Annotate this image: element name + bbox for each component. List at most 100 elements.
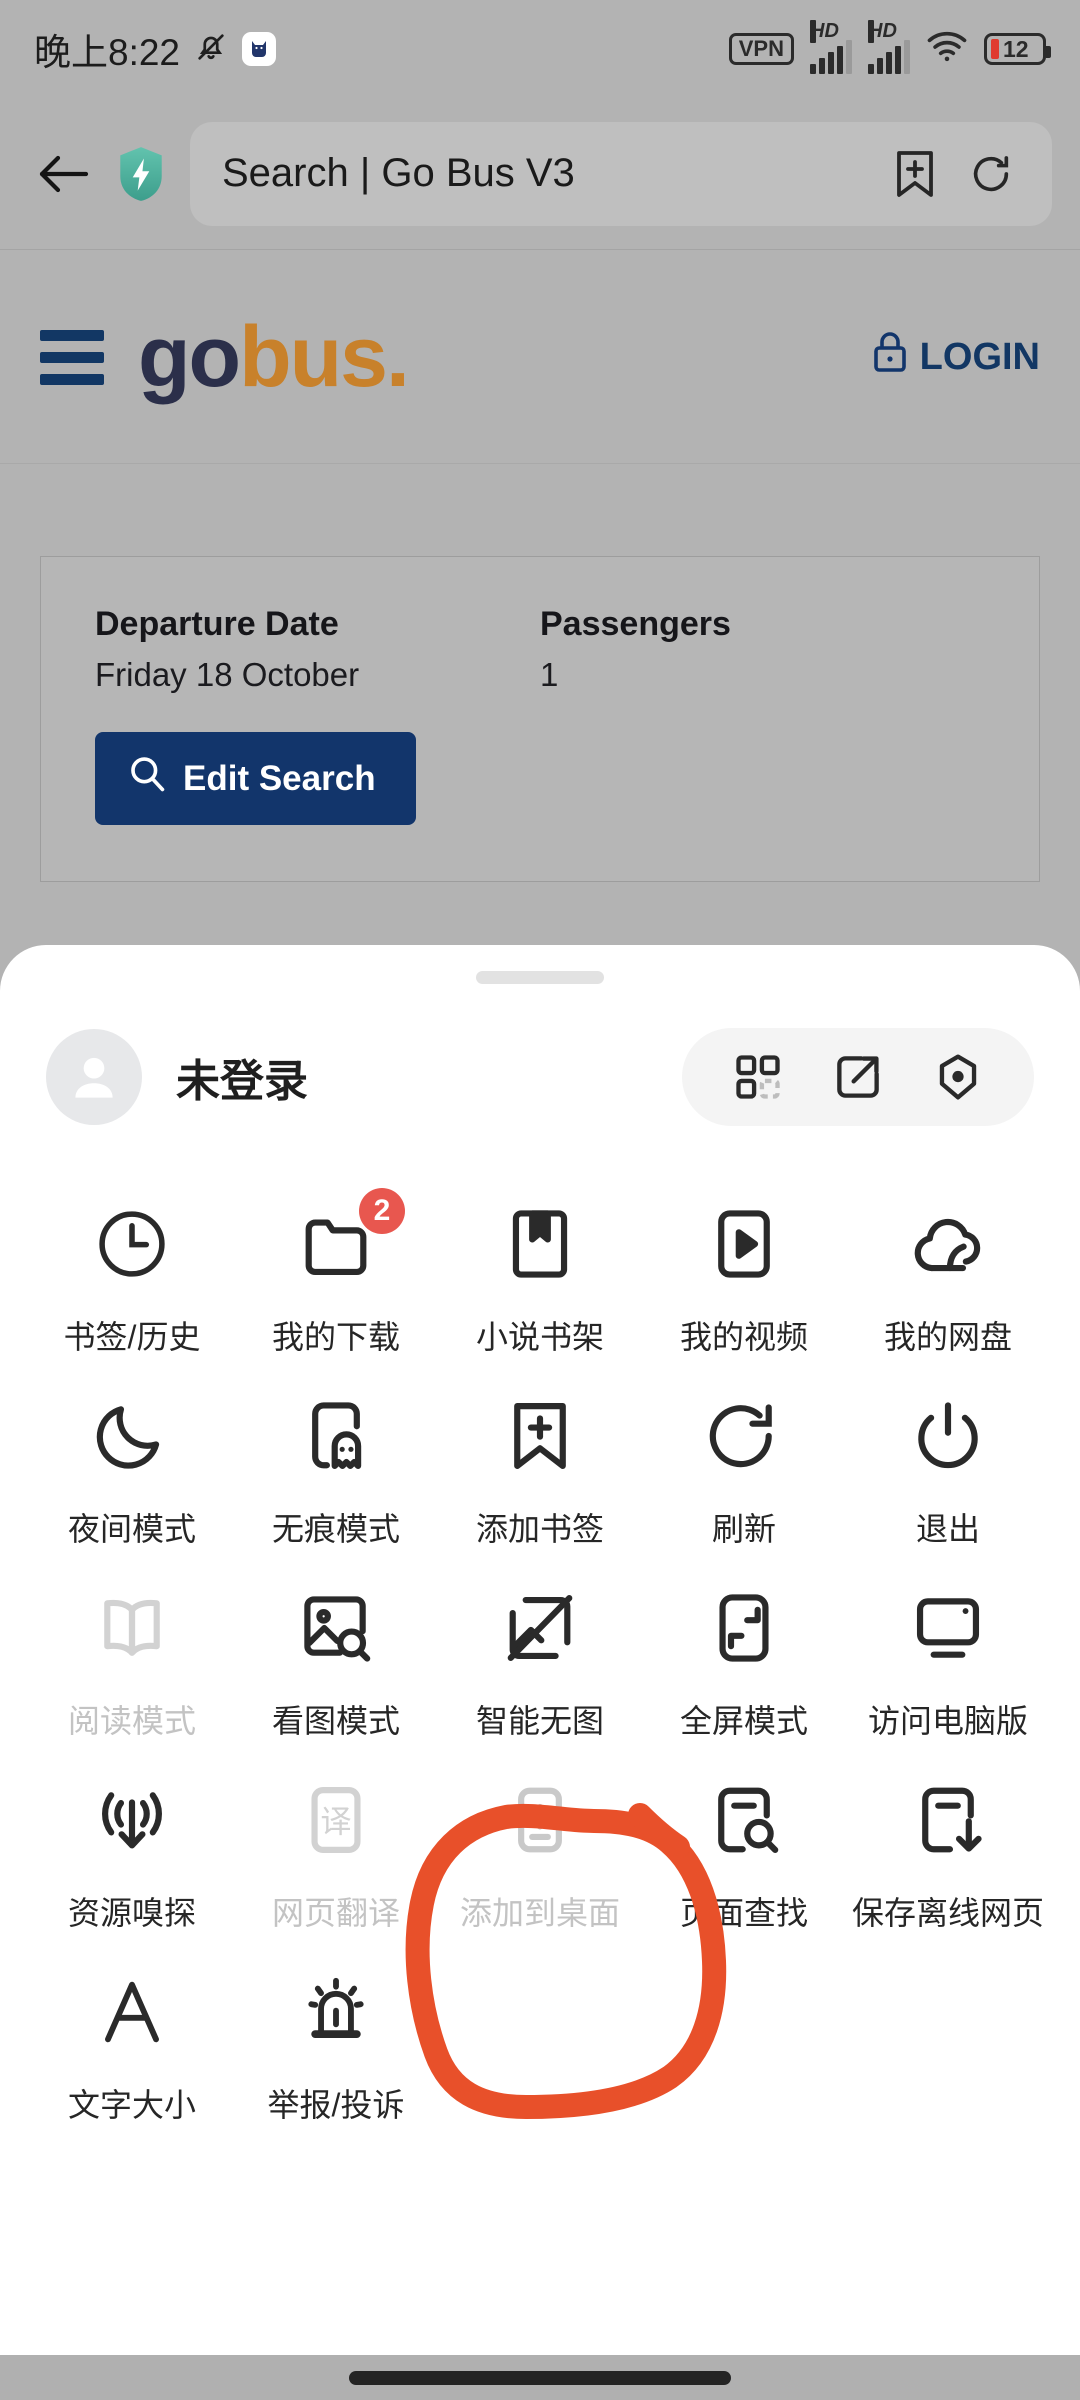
menu-item-incognito-mode[interactable]: 无痕模式 [234, 1358, 438, 1550]
menu-item-add-to-desktop[interactable]: 添加到桌面 [438, 1742, 642, 1934]
menu-cell-empty [846, 1934, 1050, 2126]
menu-item-label: 刷新 [711, 1511, 776, 1547]
page-find-icon [705, 1778, 783, 1862]
battery-icon: 12 [984, 33, 1051, 65]
sheet-drag-handle[interactable] [476, 971, 604, 984]
menu-item-label: 我的网盘 [883, 1319, 1012, 1355]
menu-item-label: 看图模式 [271, 1703, 400, 1739]
browser-toolbar: Search | Go Bus V3 [0, 98, 1080, 250]
passengers-column: Passengers 1 [540, 605, 731, 694]
shield-lightning-icon[interactable] [114, 143, 168, 205]
menu-row: 书签/历史 2 我的下载 小说书架 我的视频 我的网盘 [30, 1166, 1050, 1358]
menu-item-label: 小说书架 [475, 1319, 604, 1355]
bell-muted-icon [194, 30, 228, 69]
person-avatar-icon[interactable] [46, 1029, 142, 1125]
refresh-circle-icon [705, 1394, 783, 1478]
menu-item-label: 我的视频 [679, 1319, 808, 1355]
menu-item-exit[interactable]: 退出 [846, 1358, 1050, 1550]
menu-item-novel-shelf[interactable]: 小说书架 [438, 1166, 642, 1358]
menu-item-label: 文字大小 [67, 2087, 196, 2123]
menu-item-font-size[interactable]: 文字大小 [30, 1934, 234, 2126]
back-arrow-icon[interactable] [28, 138, 100, 210]
save-offline-icon [909, 1778, 987, 1862]
menu-item-label: 无痕模式 [271, 1511, 400, 1547]
image-off-icon [501, 1586, 579, 1670]
menu-item-label: 退出 [915, 1511, 980, 1547]
passengers-value: 1 [540, 656, 559, 693]
menu-item-refresh[interactable]: 刷新 [642, 1358, 846, 1550]
vpn-icon: VPN [728, 33, 794, 65]
menu-item-night-mode[interactable]: 夜间模式 [30, 1358, 234, 1550]
menu-item-find-in-page[interactable]: 页面查找 [642, 1742, 846, 1934]
fullscreen-icon [705, 1586, 783, 1670]
image-view-icon [297, 1586, 375, 1670]
login-button[interactable]: LOGIN [872, 330, 1040, 384]
menu-item-label: 页面查找 [679, 1895, 808, 1931]
departure-date-column: Departure Date Friday 18 October [95, 605, 540, 694]
menu-item-label: 资源嗅探 [67, 1895, 196, 1931]
system-nav-bar [0, 2355, 1080, 2400]
translate-icon: 译 [297, 1778, 375, 1862]
menu-item-save-offline[interactable]: 保存离线网页 [846, 1742, 1050, 1934]
menu-item-bookmarks-history[interactable]: 书签/历史 [30, 1166, 234, 1358]
quick-actions-pill [682, 1028, 1034, 1126]
svg-text:译: 译 [320, 1804, 351, 1840]
book-reading-icon [93, 1586, 171, 1670]
signal-icon-2: HD [868, 20, 910, 74]
site-header: gobus. LOGIN [0, 251, 1080, 464]
menu-item-smart-no-image[interactable]: 智能无图 [438, 1550, 642, 1742]
share-external-icon[interactable] [830, 1049, 886, 1105]
search-card-columns: Departure Date Friday 18 October Passeng… [95, 605, 985, 694]
search-summary-card: Departure Date Friday 18 October Passeng… [40, 556, 1040, 882]
add-bookmark-icon[interactable] [886, 145, 944, 203]
power-exit-icon [909, 1394, 987, 1478]
lock-icon [872, 330, 908, 384]
menu-item-image-view-mode[interactable]: 看图模式 [234, 1550, 438, 1742]
menu-item-desktop-site[interactable]: 访问电脑版 [846, 1550, 1050, 1742]
menu-item-label: 我的下载 [271, 1319, 400, 1355]
status-bar-right: VPN HD HD 12 [728, 20, 1051, 74]
menu-item-label: 添加书签 [475, 1511, 604, 1547]
qr-scan-icon[interactable] [730, 1049, 786, 1105]
refresh-icon[interactable] [962, 145, 1020, 203]
bookshelf-bookmark-icon [501, 1202, 579, 1286]
menu-item-fullscreen-mode[interactable]: 全屏模式 [642, 1550, 846, 1742]
menu-item-reading-mode[interactable]: 阅读模式 [30, 1550, 234, 1742]
menu-item-add-bookmark[interactable]: 添加书签 [438, 1358, 642, 1550]
menu-item-label: 阅读模式 [67, 1703, 196, 1739]
phone-screen: 晚上8:22 VPN HD HD 12 Search | Go Bus V3 g… [0, 0, 1080, 2400]
search-icon [127, 754, 167, 803]
account-name[interactable]: 未登录 [176, 1045, 308, 1109]
folder-download-icon: 2 [297, 1188, 405, 1286]
menu-cell-empty [642, 1934, 846, 2126]
signal-icon-1: HD [810, 20, 852, 74]
add-to-desktop-icon [501, 1778, 579, 1862]
menu-item-label: 访问电脑版 [867, 1703, 1028, 1739]
hamburger-menu-icon[interactable] [40, 329, 104, 385]
gobus-logo[interactable]: gobus. [138, 314, 410, 400]
edit-search-button[interactable]: Edit Search [95, 732, 416, 825]
menu-item-label: 保存离线网页 [851, 1895, 1044, 1931]
menu-item-label: 添加到桌面 [459, 1895, 620, 1931]
menu-item-label: 举报/投诉 [267, 2087, 405, 2123]
wifi-icon [926, 31, 968, 68]
moon-night-icon [93, 1394, 171, 1478]
url-bar[interactable]: Search | Go Bus V3 [190, 121, 1052, 226]
menu-item-resource-sniffer[interactable]: 资源嗅探 [30, 1742, 234, 1934]
edit-search-label: Edit Search [183, 758, 376, 798]
menu-row: 夜间模式 无痕模式 添加书签 刷新 退出 [30, 1358, 1050, 1550]
font-size-icon [93, 1970, 171, 2054]
clock-history-icon [93, 1202, 171, 1286]
home-indicator[interactable] [349, 2370, 731, 2385]
menu-row: 资源嗅探 译 网页翻译 添加到桌面 页面查找 保存离线网页 [30, 1742, 1050, 1934]
settings-gear-icon[interactable] [930, 1049, 986, 1105]
menu-item-label: 夜间模式 [67, 1511, 196, 1547]
url-text: Search | Go Bus V3 [222, 151, 575, 195]
menu-item-my-videos[interactable]: 我的视频 [642, 1166, 846, 1358]
menu-item-translate-page[interactable]: 译 网页翻译 [234, 1742, 438, 1934]
menu-item-report-complaint[interactable]: 举报/投诉 [234, 1934, 438, 2126]
menu-item-my-cloud-drive[interactable]: 我的网盘 [846, 1166, 1050, 1358]
sheet-header: 未登录 [0, 984, 1080, 1126]
menu-item-my-downloads[interactable]: 2 我的下载 [234, 1166, 438, 1358]
menu-row: 文字大小 举报/投诉 [30, 1934, 1050, 2126]
